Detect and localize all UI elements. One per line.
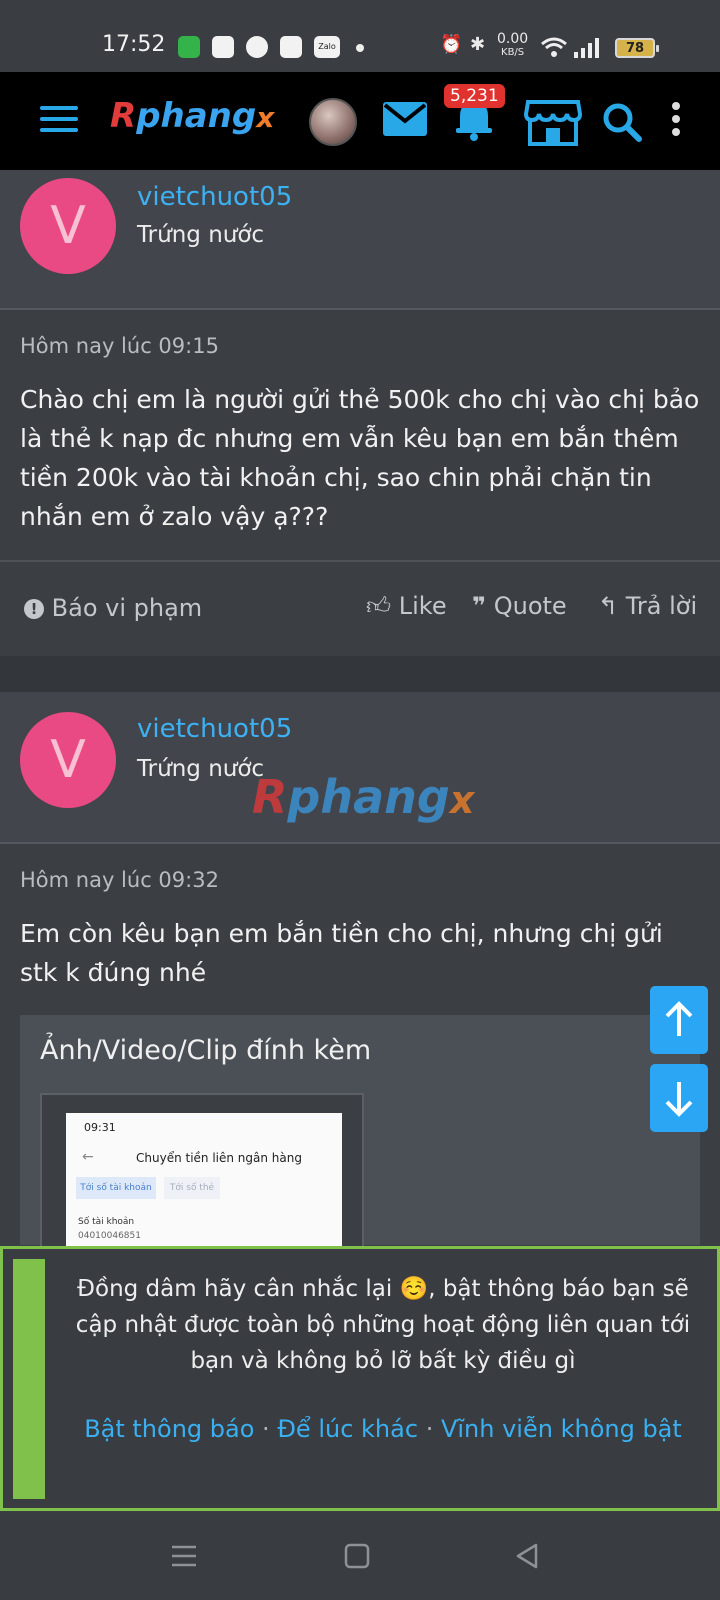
like-button[interactable]: 👍︎ Like — [366, 592, 447, 621]
attachments-block: Ảnh/Video/Clip đính kèm 09:31 ← Chuyển t… — [20, 1015, 700, 1263]
notification-count-badge: 5,231 — [444, 84, 505, 108]
facebook-icon — [246, 36, 268, 58]
clock: 17:52 — [102, 32, 166, 57]
post-actions: ! Báo vi phạm 👍︎ Like ❞ Quote ↰ Trả lời — [0, 560, 720, 656]
bluetooth-icon: ✱ — [470, 34, 486, 55]
post-timestamp[interactable]: Hôm nay lúc 09:15 — [20, 334, 219, 358]
arrow-down-icon — [665, 1082, 693, 1117]
scroll-up-button[interactable] — [650, 986, 708, 1054]
arrow-up-icon — [665, 1001, 693, 1036]
search-icon[interactable] — [602, 102, 642, 142]
battery-indicator: 78 — [615, 38, 659, 58]
post-author-block: V vietchuot05 Trứng nước — [0, 170, 720, 310]
post-username[interactable]: vietchuot05 — [137, 182, 292, 212]
prompt-message: Đồng dâm hãy cân nhắc lại ☺️, bật thông … — [75, 1276, 691, 1374]
back-icon[interactable] — [514, 1542, 540, 1570]
post-avatar[interactable]: V — [20, 712, 116, 808]
more-options-icon[interactable] — [672, 102, 680, 141]
post-user-title: Trứng nước — [137, 756, 265, 782]
site-logo[interactable]: Rphangx — [110, 96, 274, 136]
post-timestamp[interactable]: Hôm nay lúc 09:32 — [20, 868, 219, 892]
home-icon[interactable] — [344, 1543, 370, 1569]
post-user-title: Trứng nước — [137, 222, 265, 248]
reply-icon: ↰ — [598, 592, 619, 620]
prompt-accent-bar — [13, 1259, 45, 1499]
thumbs-up-icon: 👍︎ — [366, 592, 392, 620]
notification-prompt: Đồng dâm hãy cân nhắc lại ☺️, bật thông … — [0, 1246, 720, 1511]
sms-icon — [178, 36, 200, 58]
site-header: Rphangx 5,231 — [0, 72, 720, 170]
mail-icon[interactable] — [383, 102, 427, 136]
shopee-icon — [212, 36, 234, 58]
signal-icon — [574, 38, 599, 58]
post-message: Em còn kêu bạn em bắn tiền cho chị, nhưn… — [20, 919, 663, 987]
attachment-thumbnail[interactable]: 09:31 ← Chuyển tiền liên ngân hàng Tới s… — [40, 1093, 364, 1263]
attachments-title: Ảnh/Video/Clip đính kèm — [40, 1035, 372, 1066]
quote-icon: ❞ — [472, 592, 487, 620]
post-body: Hôm nay lúc 09:15 Chào chị em là người g… — [0, 310, 720, 560]
alarm-icon: ⏰ — [440, 34, 463, 55]
status-bar: 17:52 Zalo ⏰ ✱ 0.00 KB/S 78 — [0, 0, 720, 72]
recents-icon[interactable] — [170, 1544, 198, 1568]
back-arrow-icon: ← — [82, 1149, 94, 1165]
attachment-image: 09:31 ← Chuyển tiền liên ngân hàng Tới s… — [66, 1113, 342, 1263]
report-button[interactable]: ! Báo vi phạm — [24, 594, 202, 622]
menu-icon[interactable] — [40, 106, 78, 134]
net-speed: 0.00 KB/S — [497, 31, 529, 58]
post-username[interactable]: vietchuot05 — [137, 714, 292, 744]
photos-icon — [280, 36, 302, 58]
prompt-actions: Bật thông báo · Để lúc khác · Vĩnh viễn … — [84, 1415, 682, 1443]
warning-icon: ! — [24, 599, 44, 619]
zalo-icon: Zalo — [314, 36, 340, 58]
reply-button[interactable]: ↰ Trả lời — [598, 592, 697, 620]
store-icon[interactable] — [524, 98, 582, 146]
scroll-down-button[interactable] — [650, 1064, 708, 1132]
user-avatar[interactable] — [309, 98, 357, 146]
post-avatar[interactable]: V — [20, 178, 116, 274]
quote-button[interactable]: ❞ Quote — [472, 592, 567, 620]
post-message: Chào chị em là người gửi thẻ 500k cho ch… — [20, 385, 700, 531]
post-separator — [0, 656, 720, 692]
watermark-logo: Rphangx — [252, 770, 475, 824]
never-enable-link[interactable]: Vĩnh viễn không bật — [441, 1415, 682, 1443]
later-link[interactable]: Để lúc khác — [277, 1415, 418, 1443]
wifi-icon — [541, 37, 567, 57]
enable-notifications-link[interactable]: Bật thông báo — [84, 1415, 254, 1443]
dot-icon — [356, 44, 364, 52]
system-nav-bar — [0, 1512, 720, 1600]
